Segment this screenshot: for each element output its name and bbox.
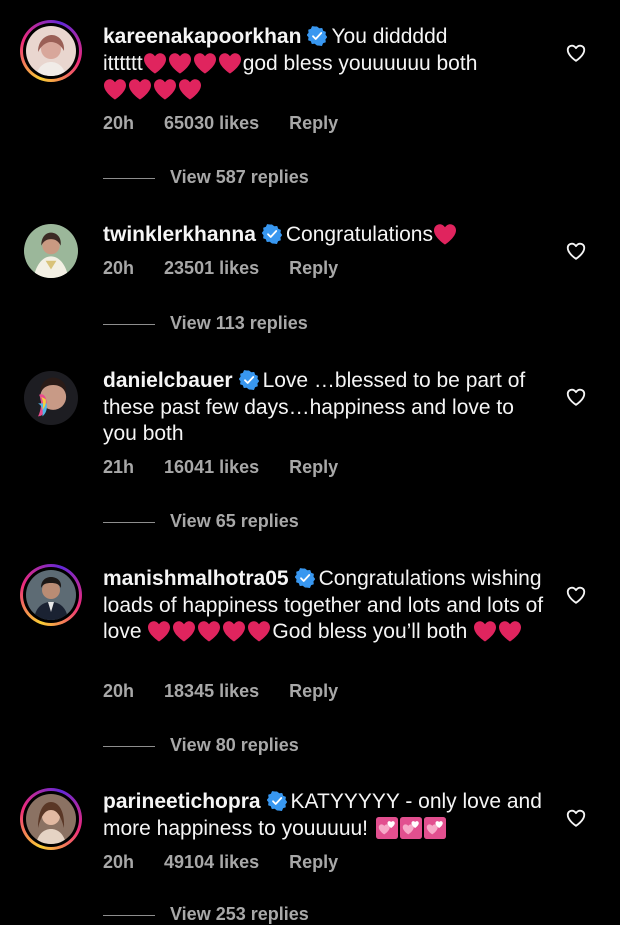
divider	[103, 521, 155, 523]
red-heart-icon	[178, 78, 202, 100]
likes-count[interactable]: 23501 likes	[164, 258, 259, 279]
username[interactable]: kareenakapoorkhan	[103, 25, 301, 48]
red-heart-icon	[218, 52, 242, 74]
comment-meta: 20h 23501 likes Reply	[103, 258, 338, 279]
comment-meta: 21h 16041 likes Reply	[103, 457, 338, 478]
view-replies-label: View 80 replies	[170, 735, 299, 755]
view-replies-label: View 113 replies	[170, 313, 308, 333]
red-heart-icon	[103, 78, 127, 100]
reply-button[interactable]: Reply	[289, 113, 338, 134]
comment-text: parineetichopra KATYYYYY - only love and …	[103, 789, 548, 842]
avatar-icon	[26, 570, 76, 620]
timestamp: 20h	[103, 113, 135, 133]
verified-badge-icon	[262, 224, 282, 244]
username[interactable]: parineetichopra	[103, 790, 261, 813]
two-hearts-icon	[376, 817, 398, 839]
divider	[103, 914, 155, 916]
avatar-icon	[24, 224, 78, 278]
timestamp: 21h	[103, 457, 135, 477]
likes-count[interactable]: 49104 likes	[164, 852, 259, 873]
reply-button[interactable]: Reply	[289, 852, 338, 873]
red-heart-icon	[143, 52, 167, 74]
verified-badge-icon	[267, 791, 287, 811]
avatar[interactable]	[20, 788, 82, 850]
view-replies-label: View 253 replies	[170, 904, 309, 924]
comment-body: God bless you’ll both	[272, 620, 468, 644]
red-heart-icon	[147, 620, 171, 642]
red-heart-icon	[247, 620, 271, 642]
username[interactable]: danielcbauer	[103, 369, 233, 392]
view-replies-label: View 587 replies	[170, 167, 309, 187]
red-heart-icon	[222, 620, 246, 642]
username[interactable]: manishmalhotra05	[103, 567, 289, 590]
comment-text: kareenakapoorkhan You diddddd itttttt god …	[103, 24, 548, 104]
heart-outline-icon[interactable]	[565, 584, 587, 606]
comment-body: god bless youuuuuu both	[242, 51, 478, 75]
heart-outline-icon[interactable]	[565, 807, 587, 829]
view-replies-button[interactable]: View 113 replies	[103, 313, 308, 334]
timestamp: 20h	[103, 852, 135, 872]
two-hearts-icon	[400, 817, 422, 839]
red-heart-icon	[433, 223, 457, 245]
view-replies-button[interactable]: View 65 replies	[103, 511, 299, 532]
comment-text: danielcbauer Love …blessed to be part of …	[103, 368, 548, 448]
avatar[interactable]	[20, 564, 82, 626]
verified-badge-icon	[307, 26, 327, 46]
red-heart-icon	[197, 620, 221, 642]
comment-text: twinklerkhanna Congratulations	[103, 222, 548, 249]
timestamp: 20h	[103, 681, 135, 701]
heart-outline-icon[interactable]	[565, 240, 587, 262]
comment-body: You diddddd	[331, 25, 448, 48]
red-heart-icon	[473, 620, 497, 642]
divider	[103, 745, 155, 747]
heart-outline-icon[interactable]	[565, 386, 587, 408]
comment-text: manishmalhotra05 Congratulations wishing …	[103, 566, 548, 646]
reply-button[interactable]: Reply	[289, 457, 338, 478]
avatar-icon	[26, 26, 76, 76]
reply-button[interactable]: Reply	[289, 258, 338, 279]
view-replies-button[interactable]: View 253 replies	[103, 904, 309, 925]
avatar-icon	[26, 794, 76, 844]
timestamp: 20h	[103, 258, 135, 278]
avatar[interactable]	[20, 220, 82, 282]
red-heart-icon	[168, 52, 192, 74]
red-heart-icon	[498, 620, 522, 642]
comment-body: Congratulations	[285, 223, 433, 246]
heart-outline-icon[interactable]	[565, 42, 587, 64]
red-heart-icon	[153, 78, 177, 100]
divider	[103, 177, 155, 179]
likes-count[interactable]: 65030 likes	[164, 113, 259, 134]
view-replies-label: View 65 replies	[170, 511, 299, 531]
username[interactable]: twinklerkhanna	[103, 223, 256, 246]
verified-badge-icon	[239, 370, 259, 390]
two-hearts-icon	[424, 817, 446, 839]
view-replies-button[interactable]: View 587 replies	[103, 167, 309, 188]
verified-badge-icon	[295, 568, 315, 588]
reply-button[interactable]: Reply	[289, 681, 338, 702]
comment-meta: 20h 49104 likes Reply	[103, 852, 338, 873]
avatar-icon	[24, 371, 78, 425]
comment-body: itttttt	[103, 51, 143, 75]
likes-count[interactable]: 18345 likes	[164, 681, 259, 702]
red-heart-icon	[193, 52, 217, 74]
likes-count[interactable]: 16041 likes	[164, 457, 259, 478]
avatar[interactable]	[20, 20, 82, 82]
divider	[103, 323, 155, 325]
red-heart-icon	[128, 78, 152, 100]
comment-meta: 20h 65030 likes Reply	[103, 113, 338, 134]
comment-meta: 20h 18345 likes Reply	[103, 681, 338, 702]
view-replies-button[interactable]: View 80 replies	[103, 735, 299, 756]
red-heart-icon	[172, 620, 196, 642]
avatar[interactable]	[20, 367, 82, 429]
